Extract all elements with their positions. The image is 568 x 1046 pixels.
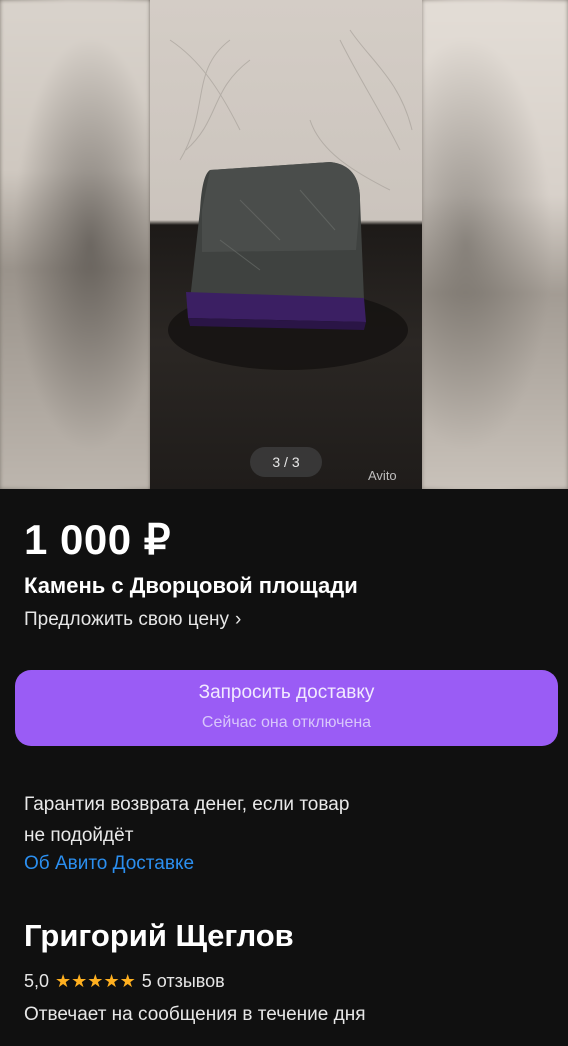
photo-gallery[interactable]: 3 / 3 Avito [0,0,568,489]
request-delivery-button[interactable]: Запросить доставку Сейчас она отключена [15,670,558,746]
chevron-right-icon: › [235,609,242,630]
stone-image [168,29,413,370]
seller-rating: 5,0 ★★★★★ 5 отзывов [24,971,225,992]
request-delivery-label: Запросить доставку [198,682,375,703]
listing-photo[interactable] [150,0,422,489]
offer-price-label: Предложить свою цену [24,609,230,630]
offer-price-link[interactable]: Предложить свою цену › [24,609,241,631]
listing-title: Камень с Дворцовой площади [24,573,358,598]
gallery-blur-right [422,0,568,489]
guarantee-line-1: Гарантия возврата денег, если товар [24,794,350,815]
request-delivery-sublabel: Сейчас она отключена [201,714,372,731]
guarantee-line-2: не подойдёт [24,825,134,846]
avito-watermark: Avito [368,468,397,483]
gallery-blur-left [0,0,150,489]
photo-counter: 3 / 3 [250,447,322,477]
price: 1 000 ₽ [24,516,171,563]
money-back-guarantee: Гарантия возврата денег, если товар не п… [24,789,444,851]
avito-delivery-info-link[interactable]: Об Авито Доставке [24,853,194,875]
seller-name[interactable]: Григорий Щеглов [24,918,294,954]
rating-value: 5,0 [24,971,50,991]
response-time: Отвечает на сообщения в течение дня [24,1004,366,1025]
reviews-link[interactable]: 5 отзывов [142,971,225,992]
star-rating-icon: ★★★★★ [55,971,136,991]
